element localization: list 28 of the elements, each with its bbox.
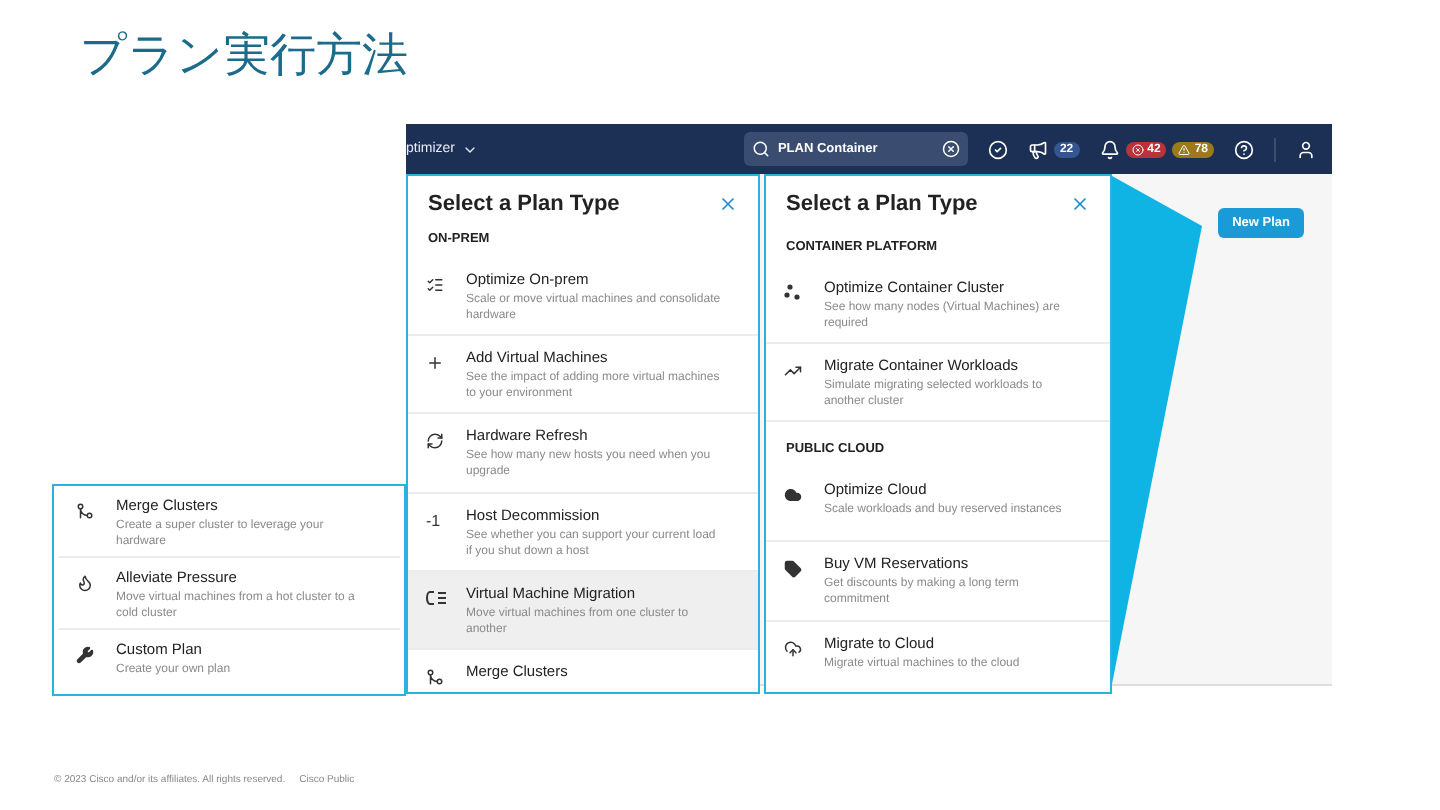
search-icon <box>751 140 770 158</box>
cloud-upload-icon <box>784 639 802 658</box>
bell-icon[interactable] <box>1099 139 1120 159</box>
plus-icon <box>426 354 444 373</box>
cloud-icon <box>784 486 802 505</box>
merge-icon <box>76 502 94 520</box>
help-icon[interactable] <box>1234 139 1254 159</box>
clear-icon[interactable] <box>941 140 960 158</box>
user-icon[interactable] <box>1296 139 1316 159</box>
panel-title: Select a Plan Type <box>428 192 620 216</box>
panel-title: Select a Plan Type <box>786 192 978 216</box>
list-check-icon <box>426 276 444 294</box>
dots-icon <box>784 284 800 300</box>
slide-title: プラン実行方法 <box>80 26 408 84</box>
tag-icon <box>784 560 802 579</box>
warning-icon <box>1178 143 1191 155</box>
megaphone-icon[interactable] <box>1027 139 1048 159</box>
trend-icon <box>784 362 802 381</box>
minus-one-icon: -1 <box>426 511 441 530</box>
cluster-move-icon <box>426 589 446 606</box>
error-icon <box>1131 143 1144 155</box>
close-icon[interactable] <box>1070 194 1090 214</box>
merge-icon <box>426 667 444 686</box>
wrench-icon <box>76 646 94 665</box>
flame-icon <box>76 574 94 593</box>
close-icon[interactable] <box>718 194 738 214</box>
refresh-icon <box>426 432 444 451</box>
check-circle-icon[interactable] <box>987 139 1008 159</box>
